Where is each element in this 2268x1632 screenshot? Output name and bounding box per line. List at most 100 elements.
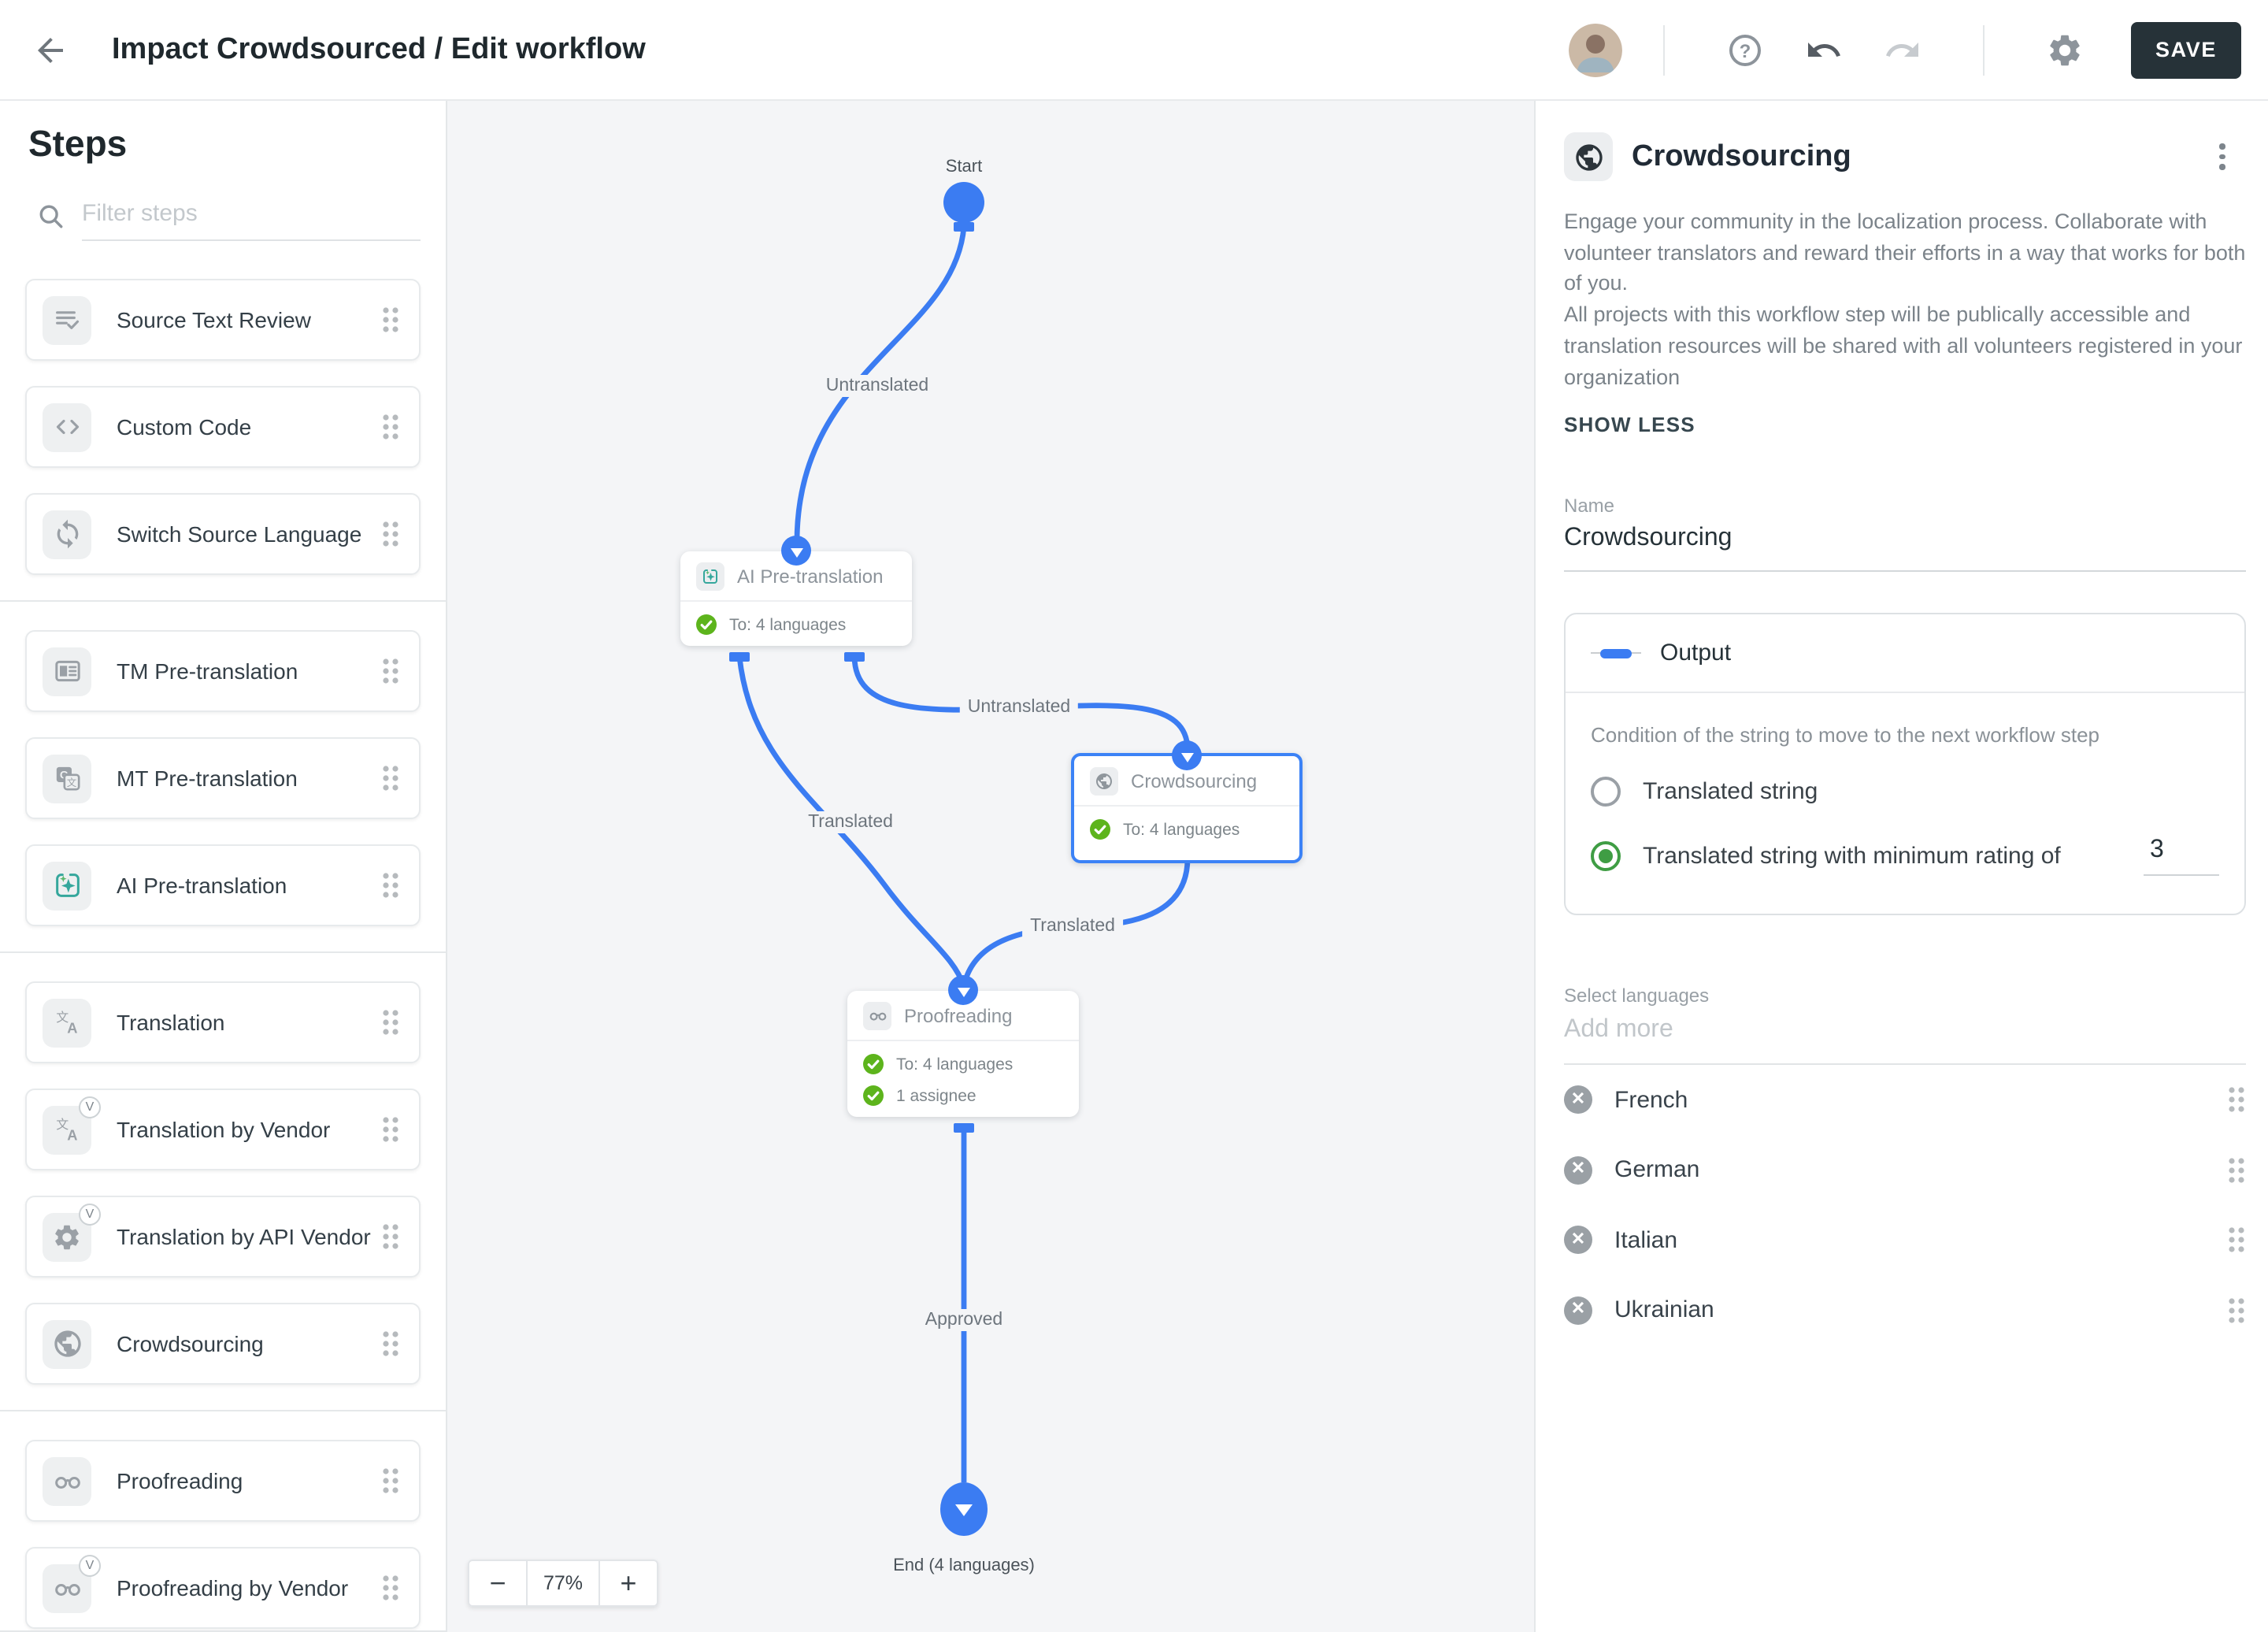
edge-label-translated-2: Translated	[1022, 915, 1123, 937]
minimum-rating-input[interactable]: 3	[2144, 836, 2219, 877]
radio-label: Translated string with minimum rating of	[1643, 843, 2061, 870]
drag-handle-icon[interactable]	[381, 1330, 400, 1358]
add-language-input[interactable]	[1564, 1007, 2246, 1066]
zoom-out-button[interactable]: −	[468, 1560, 528, 1607]
zoom-level: 77%	[526, 1560, 600, 1607]
settings-button[interactable]	[2046, 31, 2084, 69]
avatar-image	[1569, 23, 1622, 76]
globe-icon	[1096, 773, 1112, 788]
svg-text:?: ?	[1740, 40, 1751, 61]
drag-handle-icon[interactable]	[381, 1008, 400, 1037]
step-ai-pre-translation[interactable]: AI Pre-translation	[25, 844, 421, 926]
step-translation-by-api-vendor[interactable]: V Translation by API Vendor	[25, 1196, 421, 1278]
drag-handle-icon[interactable]	[2227, 1226, 2246, 1255]
node-crowdsourcing[interactable]: Crowdsourcing To: 4 languages	[1071, 740, 1303, 863]
remove-language-icon[interactable]: ✕	[1564, 1296, 1592, 1325]
drag-handle-icon[interactable]	[381, 1574, 400, 1602]
vendor-badge: V	[79, 1554, 101, 1576]
language-row-german: ✕ German	[1564, 1135, 2246, 1205]
drag-handle-icon[interactable]	[381, 1222, 400, 1251]
undo-button[interactable]	[1805, 31, 1843, 69]
remove-language-icon[interactable]: ✕	[1564, 1226, 1592, 1255]
ai-output-stub-left	[729, 652, 750, 662]
zoom-in-button[interactable]: +	[598, 1560, 658, 1607]
drag-handle-icon[interactable]	[381, 871, 400, 899]
avatar[interactable]	[1569, 23, 1622, 76]
ai-output-stub-right	[844, 652, 865, 662]
remove-language-icon[interactable]: ✕	[1564, 1085, 1592, 1115]
gear-icon	[55, 1224, 79, 1249]
drag-handle-icon[interactable]	[381, 1115, 400, 1144]
redo-button[interactable]	[1884, 31, 1922, 69]
globe-icon	[1575, 143, 1602, 170]
show-less-link[interactable]: SHOW LESS	[1564, 413, 1695, 436]
input-port-icon[interactable]	[781, 536, 811, 566]
step-translation[interactable]: 文A Translation	[25, 981, 421, 1063]
input-port-icon[interactable]	[1172, 740, 1202, 770]
start-output-stub	[954, 222, 974, 232]
step-label: AI Pre-translation	[117, 873, 287, 898]
back-button[interactable]	[32, 31, 69, 69]
svg-text:文: 文	[66, 777, 76, 788]
svg-text:A: A	[66, 1019, 76, 1036]
drag-handle-icon[interactable]	[381, 413, 400, 441]
workflow-edges	[729, 182, 1198, 1536]
translate-icon: 文A	[55, 1010, 76, 1036]
topbar: Impact Crowdsourced / Edit workflow ? SA…	[0, 0, 2268, 101]
drag-handle-icon[interactable]	[381, 657, 400, 685]
step-source-text-review[interactable]: Source Text Review	[25, 279, 421, 361]
radio-selected-icon[interactable]	[1591, 841, 1621, 872]
sync-icon	[56, 519, 78, 549]
drag-handle-icon[interactable]	[381, 306, 400, 334]
code-icon	[55, 419, 79, 435]
step-proofreading[interactable]: Proofreading	[25, 1440, 421, 1522]
drag-handle-icon[interactable]	[381, 520, 400, 548]
filter-steps-input[interactable]	[82, 197, 421, 241]
help-button[interactable]: ?	[1726, 31, 1764, 69]
proofreading-output-stub	[954, 1123, 974, 1133]
node-title: Proofreading	[904, 1004, 1013, 1026]
input-port-icon[interactable]	[948, 975, 978, 1005]
node-ai-pre-translation[interactable]: AI Pre-translation To: 4 languages	[680, 536, 912, 646]
save-button[interactable]: SAVE	[2131, 21, 2241, 78]
radio-unselected-icon[interactable]	[1591, 777, 1621, 807]
output-connector-icon	[1591, 647, 1641, 659]
drag-handle-icon[interactable]	[381, 764, 400, 792]
back-arrow-icon	[38, 37, 63, 62]
step-settings-panel: Crowdsourcing Engage your community in t…	[1534, 101, 2268, 1632]
step-label: TM Pre-translation	[117, 658, 298, 684]
node-title: AI Pre-translation	[737, 565, 884, 587]
drag-handle-icon[interactable]	[381, 1467, 400, 1495]
step-crowdsourcing[interactable]: Crowdsourcing	[25, 1303, 421, 1385]
radio-option-translated-string[interactable]: Translated string	[1591, 777, 2219, 807]
name-input[interactable]	[1564, 517, 2246, 573]
step-mt-pre-translation[interactable]: G文 MT Pre-translation	[25, 737, 421, 819]
drag-handle-icon[interactable]	[2227, 1086, 2246, 1115]
help-icon: ?	[1729, 34, 1761, 65]
ai-sparkle-icon	[55, 873, 79, 897]
step-label: Crowdsourcing	[117, 1331, 264, 1356]
step-translation-by-vendor[interactable]: 文AV Translation by Vendor	[25, 1089, 421, 1170]
sidebar-title: Steps	[28, 123, 128, 164]
workflow-canvas[interactable]: Start Untranslated Untranslated Translat…	[447, 101, 1534, 1632]
drag-handle-icon[interactable]	[2227, 1296, 2246, 1325]
drag-handle-icon[interactable]	[2227, 1156, 2246, 1185]
step-tm-pre-translation[interactable]: TM Pre-translation	[25, 630, 421, 712]
step-custom-code[interactable]: Custom Code	[25, 386, 421, 468]
step-proofreading-by-vendor[interactable]: V Proofreading by Vendor	[25, 1547, 421, 1629]
translate-icon: 文A	[55, 1117, 76, 1143]
check-icon	[863, 1085, 884, 1106]
language-name: Italian	[1614, 1226, 1678, 1254]
steps-group-pretranslation: TM Pre-translation G文 MT Pre-translation…	[0, 600, 446, 926]
ai-sparkle-icon	[703, 569, 717, 583]
steps-sidebar: Steps Source Text Review Custom Code Swi…	[0, 101, 447, 1632]
kebab-menu-icon[interactable]	[2208, 139, 2236, 174]
step-switch-source-language[interactable]: Switch Source Language	[25, 493, 421, 575]
output-card-header: Output	[1566, 614, 2244, 694]
node-proofreading[interactable]: Proofreading To: 4 languages 1 assignee	[847, 975, 1079, 1117]
node-row-text: To: 4 languages	[729, 615, 847, 634]
language-row-ukrainian: ✕ Ukrainian	[1564, 1275, 2246, 1345]
radio-option-minimum-rating[interactable]: Translated string with minimum rating of…	[1591, 836, 2219, 877]
node-row-text: 1 assignee	[896, 1086, 976, 1105]
remove-language-icon[interactable]: ✕	[1564, 1155, 1592, 1185]
